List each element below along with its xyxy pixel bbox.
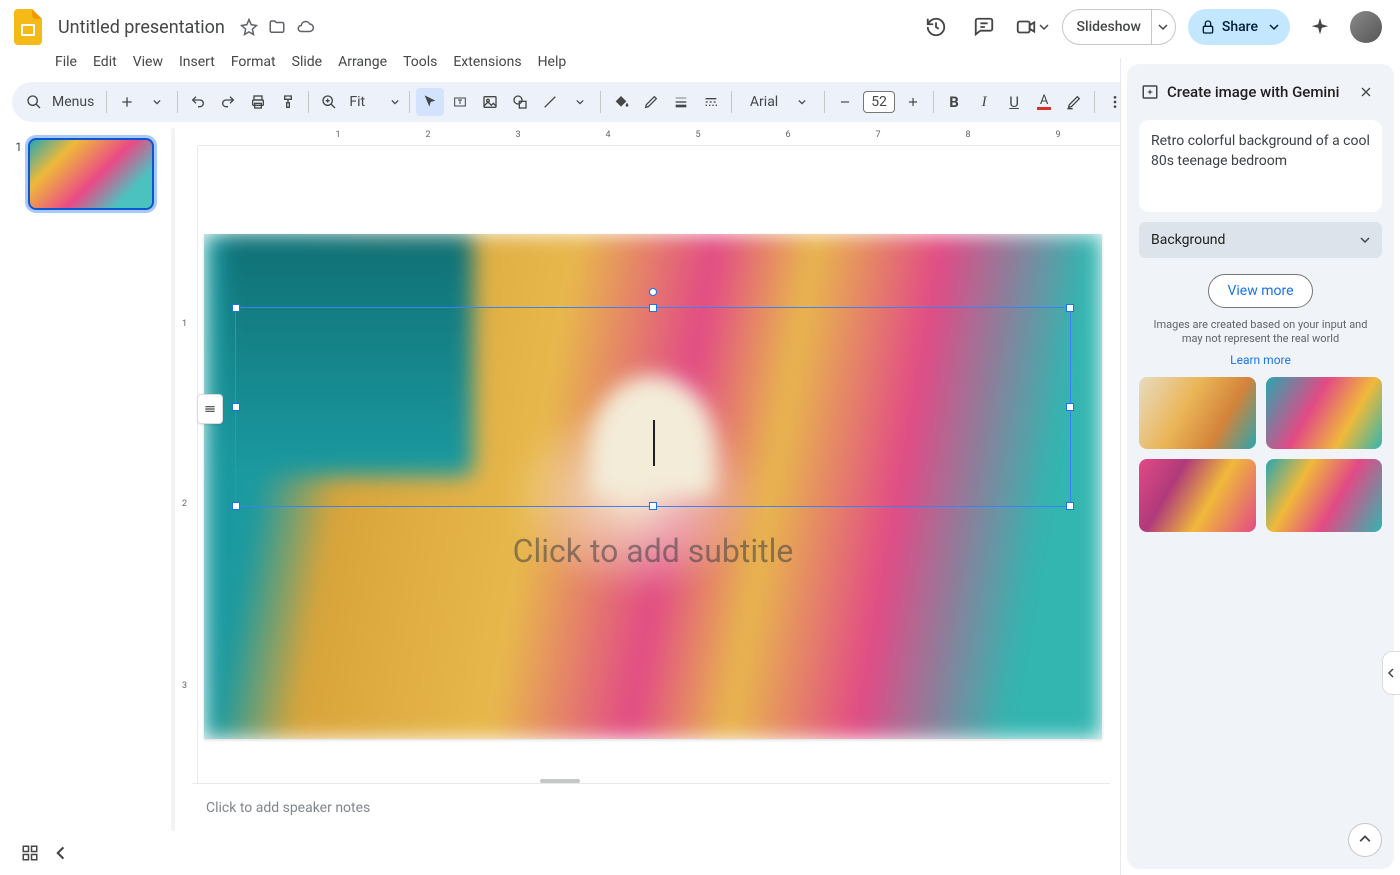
select-label: Background — [1151, 232, 1225, 248]
menu-format[interactable]: Format — [224, 50, 283, 74]
scroll-up-button[interactable] — [1348, 823, 1382, 857]
menu-help[interactable]: Help — [531, 50, 574, 74]
font-size-decrease[interactable] — [831, 88, 859, 116]
slide-thumbnail-1[interactable] — [28, 138, 154, 210]
redo-button[interactable] — [214, 88, 242, 116]
generated-image-3[interactable] — [1139, 459, 1256, 532]
resize-handle-bl[interactable] — [232, 502, 240, 510]
paint-format-button[interactable] — [274, 88, 302, 116]
menu-view[interactable]: View — [126, 50, 170, 74]
learn-more-link[interactable]: Learn more — [1127, 353, 1394, 377]
rotate-handle[interactable] — [649, 288, 657, 296]
gemini-side-panel: Create image with Gemini Retro colorful … — [1120, 58, 1400, 875]
slide-filmstrip: 1 — [0, 128, 170, 865]
text-color-button[interactable]: A — [1030, 88, 1058, 116]
font-value: Arial — [750, 94, 778, 110]
close-panel-button[interactable] — [1352, 78, 1380, 106]
search-icon — [26, 94, 42, 110]
generated-image-2[interactable] — [1266, 377, 1383, 450]
slide-number: 1 — [8, 138, 22, 210]
meet-icon[interactable] — [1014, 9, 1050, 45]
select-tool[interactable] — [416, 88, 444, 116]
highlight-button[interactable] — [1060, 88, 1088, 116]
vertical-ruler: 1 2 3 — [176, 146, 198, 865]
undo-button[interactable] — [184, 88, 212, 116]
menu-edit[interactable]: Edit — [86, 50, 124, 74]
move-icon[interactable] — [267, 17, 287, 37]
line-dropdown[interactable] — [566, 88, 594, 116]
search-menus-button[interactable]: Menus — [20, 88, 100, 116]
border-dash-button[interactable] — [697, 88, 725, 116]
title-textbox-selection[interactable] — [235, 307, 1071, 507]
panel-title: Create image with Gemini — [1167, 83, 1344, 101]
text-cursor — [653, 420, 655, 466]
bold-button[interactable]: B — [940, 88, 968, 116]
resize-handle-tm[interactable] — [649, 304, 657, 312]
menus-label: Menus — [52, 94, 94, 110]
menu-tools[interactable]: Tools — [396, 50, 444, 74]
comments-icon[interactable] — [966, 9, 1002, 45]
textbox-tool[interactable] — [446, 88, 474, 116]
gemini-spark-icon[interactable] — [1302, 9, 1338, 45]
border-weight-button[interactable] — [667, 88, 695, 116]
image-tool[interactable] — [476, 88, 504, 116]
new-slide-button[interactable] — [113, 88, 141, 116]
grid-view-button[interactable] — [14, 837, 46, 869]
menu-file[interactable]: File — [48, 50, 84, 74]
document-title[interactable]: Untitled presentation — [52, 15, 231, 40]
generated-image-4[interactable] — [1266, 459, 1383, 532]
resize-handle-br[interactable] — [1066, 502, 1074, 510]
shape-tool[interactable] — [506, 88, 534, 116]
bottom-bar — [0, 831, 1120, 875]
star-icon[interactable] — [239, 17, 259, 37]
font-size-increase[interactable] — [899, 88, 927, 116]
zoom-value: Fit — [349, 94, 365, 110]
italic-button[interactable]: I — [970, 88, 998, 116]
share-dropdown-icon[interactable] — [1264, 22, 1284, 32]
image-target-select[interactable]: Background — [1139, 222, 1382, 258]
account-avatar[interactable] — [1350, 11, 1382, 43]
resize-handle-mr[interactable] — [1066, 403, 1074, 411]
speaker-notes[interactable]: Click to add speaker notes — [192, 783, 1110, 831]
gemini-prompt-input[interactable]: Retro colorful background of a cool 80s … — [1139, 120, 1382, 212]
underline-button[interactable]: U — [1000, 88, 1028, 116]
line-tool[interactable] — [536, 88, 564, 116]
resize-handle-tr[interactable] — [1066, 304, 1074, 312]
border-color-button[interactable] — [637, 88, 665, 116]
share-button[interactable]: Share — [1188, 9, 1290, 45]
image-spark-icon — [1141, 83, 1159, 101]
cloud-status-icon[interactable] — [295, 17, 315, 37]
slideshow-button[interactable]: Slideshow — [1062, 9, 1176, 45]
fill-color-button[interactable] — [607, 88, 635, 116]
slideshow-dropdown-icon[interactable] — [1151, 9, 1175, 45]
side-panel-collapse-tab[interactable] — [1382, 651, 1400, 695]
disclaimer-text: Images are created based on your input a… — [1127, 318, 1394, 353]
print-button[interactable] — [244, 88, 272, 116]
explore-button[interactable] — [46, 837, 78, 869]
zoom-in-button[interactable] — [315, 88, 343, 116]
font-select[interactable]: Arial — [738, 88, 818, 116]
history-icon[interactable] — [918, 9, 954, 45]
resize-handle-tl[interactable] — [232, 304, 240, 312]
slides-logo[interactable] — [10, 9, 46, 45]
menu-slide[interactable]: Slide — [285, 50, 329, 74]
new-slide-dropdown[interactable] — [143, 88, 171, 116]
slide-canvas[interactable]: Click to add subtitle — [204, 234, 1102, 739]
subtitle-placeholder[interactable]: Click to add subtitle — [204, 532, 1102, 570]
menu-insert[interactable]: Insert — [172, 50, 222, 74]
view-more-button[interactable]: View more — [1208, 274, 1312, 308]
share-label: Share — [1222, 19, 1258, 35]
slide-side-tab[interactable] — [197, 394, 223, 424]
zoom-select[interactable]: Fit — [345, 88, 403, 116]
resize-handle-bm[interactable] — [649, 502, 657, 510]
slideshow-label: Slideshow — [1077, 19, 1141, 35]
menu-extensions[interactable]: Extensions — [446, 50, 528, 74]
generated-image-1[interactable] — [1139, 377, 1256, 450]
menu-arrange[interactable]: Arrange — [331, 50, 394, 74]
font-size-input[interactable] — [863, 91, 895, 113]
lock-icon — [1200, 19, 1216, 35]
speaker-notes-placeholder: Click to add speaker notes — [206, 800, 370, 816]
resize-handle-ml[interactable] — [232, 403, 240, 411]
chevron-down-icon — [1360, 235, 1370, 245]
